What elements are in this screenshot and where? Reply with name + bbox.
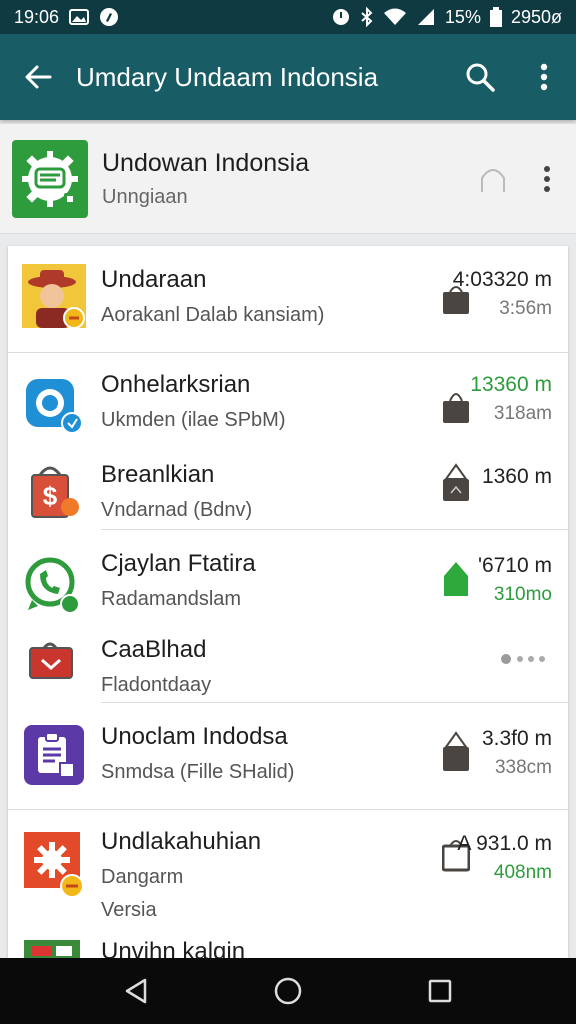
app-bar: Umdary Undaam Indonsia <box>0 34 576 120</box>
storage-bag-green-icon <box>442 558 470 601</box>
more-vert-icon[interactable] <box>518 149 576 209</box>
status-time: 19:06 <box>14 6 60 27</box>
app-subtitle: Snmdsa (Fille SHalid) <box>101 761 295 783</box>
storage-bag-icon <box>442 731 470 776</box>
blue-circle-app-icon <box>22 371 84 434</box>
shopping-bag-dollar-icon: $ <box>22 461 84 523</box>
app-title: Breanlkian <box>101 461 215 488</box>
chevron-up-icon[interactable] <box>468 149 518 209</box>
page-title: Umdary Undaam Indonsia <box>76 61 379 92</box>
red-gear-icon <box>22 830 84 898</box>
recents-square-icon[interactable] <box>410 961 470 1021</box>
app-size: 931.0 m <box>476 832 552 855</box>
app-title: Cjaylan Ftatira <box>101 550 256 577</box>
app-subtitle: Aorakanl Dalab kansiam) <box>101 304 325 326</box>
header-title: Undowan Indonsia <box>102 148 310 177</box>
app-list: Undaraan Aorakanl Dalab kansiam) 4:03320… <box>8 246 568 958</box>
signal-icon <box>416 7 436 27</box>
battery-icon <box>489 7 502 27</box>
app-subtitle: Dangarm <box>101 866 184 888</box>
app-size-secondary: 3:56m <box>499 298 552 319</box>
app-version: Versia <box>101 899 157 921</box>
app-size-secondary: 338cm <box>494 757 552 778</box>
back-triangle-icon[interactable] <box>106 961 166 1021</box>
app-subtitle: Radamandslam <box>101 588 242 610</box>
storage-bag-icon <box>442 389 470 428</box>
app-size-secondary: 408nm <box>493 862 552 883</box>
app-size-secondary: 310mo <box>493 584 552 605</box>
list-item[interactable]: Cjaylan Ftatira Radamandslam '6710 m 310… <box>8 530 568 618</box>
list-item[interactable]: $ Breanlkian Vndarnad (Bdnv) 1360 m <box>8 443 568 531</box>
gear-badge-icon <box>12 139 88 218</box>
app-subtitle: Fladontdaay <box>101 674 212 696</box>
back-arrow-icon[interactable] <box>0 34 76 120</box>
list-item[interactable]: Unvihn kalgin <box>8 930 568 958</box>
app-size: 1360 m <box>481 465 552 488</box>
svg-text:$: $ <box>43 481 58 511</box>
header-subtitle: Unngiaan <box>102 185 188 208</box>
list-item[interactable]: Unoclam Indodsa Snmdsa (Fille SHalid) 3.… <box>8 703 568 809</box>
progress-dots-icon <box>500 652 552 670</box>
search-icon[interactable] <box>448 34 512 120</box>
app-size-secondary: 318am <box>493 403 552 424</box>
app-size: 03320 m <box>470 268 552 291</box>
list-item[interactable]: CaaBlhad Fladontdaay <box>8 618 568 702</box>
gallery-icon <box>69 9 90 25</box>
storage-bag-icon <box>442 463 470 506</box>
list-item[interactable]: Onhelarksrian Ukmden (ilae SPbM) 13360 m… <box>8 353 568 443</box>
status-bar: 19:06 15% 2950ø <box>0 0 576 34</box>
list-item[interactable]: Undlakahuhian Dangarm Versia A 931.0 m 4… <box>8 810 568 930</box>
app-title: CaaBlhad <box>101 636 207 663</box>
list-item[interactable]: Undaraan Aorakanl Dalab kansiam) 4:03320… <box>8 246 568 352</box>
clipboard-icon <box>22 723 84 785</box>
bluetooth-icon <box>360 7 374 27</box>
app-title: Onhelarksrian <box>101 371 251 398</box>
app-subtitle: Ukmden (ilae SPbM) <box>101 409 286 431</box>
status-extra: 2950ø <box>510 6 562 27</box>
wifi-icon <box>383 7 407 27</box>
app-title: Undlakahuhian <box>101 828 262 855</box>
app-size-prefix: A <box>457 832 471 855</box>
app-title: Undaraan <box>101 266 207 293</box>
whatsapp-like-icon <box>22 552 84 614</box>
app-title: Unoclam Indodsa <box>101 723 288 750</box>
red-tray-icon <box>22 636 84 698</box>
header-card[interactable]: Undowan Indonsia Unngiaan <box>0 124 576 234</box>
system-nav-bar <box>0 958 576 1024</box>
battery-percent: 15% <box>444 6 481 27</box>
home-circle-icon[interactable] <box>258 961 318 1021</box>
alarm-icon <box>331 7 351 27</box>
app-size-prefix: 4: <box>452 268 471 291</box>
more-vert-icon[interactable] <box>512 34 576 120</box>
green-red-app-icon <box>22 940 84 958</box>
app-size: '6710 m <box>477 554 552 577</box>
app-subtitle: Vndarnad (Bdnv) <box>101 499 253 521</box>
app-size: 13360 m <box>470 373 552 396</box>
circle-app-icon <box>99 7 119 27</box>
app-title: Unvihn kalgin <box>101 938 246 958</box>
cowboy-avatar-icon <box>22 264 86 329</box>
app-size: 3.3f0 m <box>481 727 552 750</box>
